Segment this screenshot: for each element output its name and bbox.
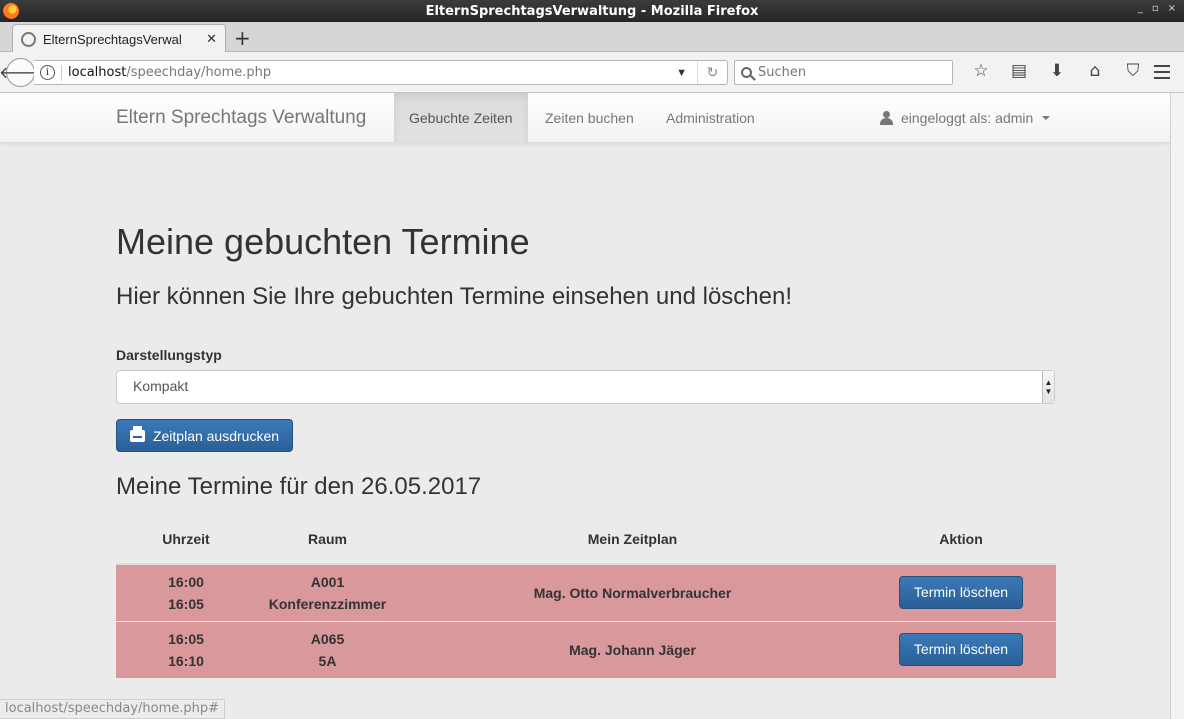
start-time: 16:05 <box>168 630 204 647</box>
page-subtitle: Hier können Sie Ihre gebuchten Termine e… <box>116 283 793 310</box>
browser-tab[interactable]: ElternSprechtagsVerwal ✕ <box>12 24 226 53</box>
url-dropdown-icon[interactable]: ▼ <box>676 67 687 79</box>
header-zeitplan: Mein Zeitplan <box>399 514 866 565</box>
bookmarks-list-icon[interactable]: ▤ <box>1000 61 1038 81</box>
room-code: A001 <box>310 573 345 590</box>
bookmark-star-icon[interactable]: ☆ <box>962 61 1000 81</box>
user-label: eingeloggt als: admin <box>901 110 1034 126</box>
print-button-label: Zeitplan ausdrucken <box>152 427 280 444</box>
firefox-logo-icon <box>3 3 19 19</box>
window-titlebar: ElternSprechtagsVerwaltung - Mozilla Fir… <box>0 0 1184 22</box>
delete-appointment-button[interactable]: Termin löschen <box>899 576 1023 610</box>
hamburger-menu-icon[interactable] <box>1154 65 1170 83</box>
browser-tools: ☆ ▤ ⬇ ⌂ ⛉ <box>962 61 1152 81</box>
end-time: 16:10 <box>168 652 204 669</box>
display-type-select[interactable]: Kompakt ▲ ▼ <box>116 370 1055 404</box>
home-icon[interactable]: ⌂ <box>1076 61 1114 81</box>
time-cell: 16:05 16:10 <box>116 620 256 678</box>
action-cell: Termin löschen <box>866 620 1056 678</box>
table-row: 16:05 16:10 A065 5A Mag. Johann Jäger Term… <box>116 620 1056 678</box>
display-type-label: Darstellungstyp <box>116 347 222 363</box>
download-icon[interactable]: ⬇ <box>1038 61 1076 81</box>
room-cell: A065 5A <box>256 620 399 678</box>
appointments-table: Uhrzeit Raum Mein Zeitplan Aktion 16:00 1… <box>116 514 1056 678</box>
site-info-icon[interactable]: i <box>40 65 55 80</box>
nav-zeiten-buchen[interactable]: Zeiten buchen <box>530 93 649 143</box>
teacher-cell: Mag. Otto Normalverbraucher <box>399 563 866 621</box>
table-row: 16:00 16:05 A001 Konferenzzimmer Mag. Otto… <box>116 563 1056 621</box>
minimize-icon[interactable]: _ <box>1138 3 1143 14</box>
nav-administration[interactable]: Administration <box>651 93 770 143</box>
close-tab-icon[interactable]: ✕ <box>206 31 217 47</box>
nav-gebuchte-zeiten[interactable]: Gebuchte Zeiten <box>394 93 528 143</box>
delete-appointment-button[interactable]: Termin löschen <box>899 633 1023 667</box>
room-cell: A001 Konferenzzimmer <box>256 563 399 621</box>
search-input[interactable]: Suchen <box>734 60 953 85</box>
new-tab-icon[interactable]: + <box>234 26 251 50</box>
url-bar[interactable]: i localhost/speechday/home.php ▼ ↻ <box>34 60 728 85</box>
header-raum: Raum <box>256 514 399 565</box>
start-time: 16:00 <box>168 573 204 590</box>
time-cell: 16:00 16:05 <box>116 563 256 621</box>
user-icon <box>880 111 893 125</box>
web-page: Eltern Sprechtags Verwaltung Gebuchte Ze… <box>0 93 1170 719</box>
page-scrollbar[interactable] <box>1170 93 1184 719</box>
browser-toolbar: 🡐 i localhost/speechday/home.php ▼ ↻ Suc… <box>0 52 1184 93</box>
room-name: 5A <box>318 652 337 669</box>
room-code: A065 <box>310 630 345 647</box>
caret-down-icon <box>1042 116 1051 120</box>
print-schedule-button[interactable]: Zeitplan ausdrucken <box>116 419 293 452</box>
page-title: Meine gebuchten Termine <box>116 221 530 262</box>
date-heading: Meine Termine für den 26.05.2017 <box>116 473 482 500</box>
back-button[interactable]: 🡐 <box>0 58 42 87</box>
reload-icon[interactable]: ↻ <box>697 61 727 84</box>
url-separator <box>61 64 62 81</box>
tab-title: ElternSprechtagsVerwal <box>43 31 182 47</box>
action-cell: Termin löschen <box>866 563 1056 621</box>
app-brand[interactable]: Eltern Sprechtags Verwaltung <box>116 107 366 129</box>
teacher-cell: Mag. Johann Jäger <box>399 620 866 678</box>
header-aktion: Aktion <box>866 514 1056 565</box>
printer-icon <box>129 425 145 442</box>
search-icon <box>741 67 752 78</box>
window-title: ElternSprechtagsVerwaltung - Mozilla Fir… <box>425 3 759 19</box>
select-arrow-icon[interactable]: ▲ ▼ <box>1042 371 1054 403</box>
end-time: 16:05 <box>168 595 204 612</box>
url-text[interactable]: localhost/speechday/home.php <box>68 65 676 80</box>
status-bar: localhost/speechday/home.php# <box>0 699 226 719</box>
globe-icon <box>21 31 36 47</box>
display-type-value: Kompakt <box>133 378 189 394</box>
user-menu[interactable]: eingeloggt als: admin <box>880 93 1051 143</box>
close-window-icon[interactable]: × <box>1168 3 1176 14</box>
search-placeholder: Suchen <box>758 65 807 80</box>
window-controls: _ ▫ × <box>1138 3 1176 14</box>
app-navbar: Eltern Sprechtags Verwaltung Gebuchte Ze… <box>0 93 1170 143</box>
tab-strip: ElternSprechtagsVerwal ✕ <box>0 22 1184 53</box>
room-name: Konferenzzimmer <box>268 595 387 612</box>
header-uhrzeit: Uhrzeit <box>116 514 256 565</box>
maximize-icon[interactable]: ▫ <box>1152 3 1159 14</box>
table-header-row: Uhrzeit Raum Mein Zeitplan Aktion <box>116 514 1056 565</box>
pocket-icon[interactable]: ⛉ <box>1114 61 1152 81</box>
